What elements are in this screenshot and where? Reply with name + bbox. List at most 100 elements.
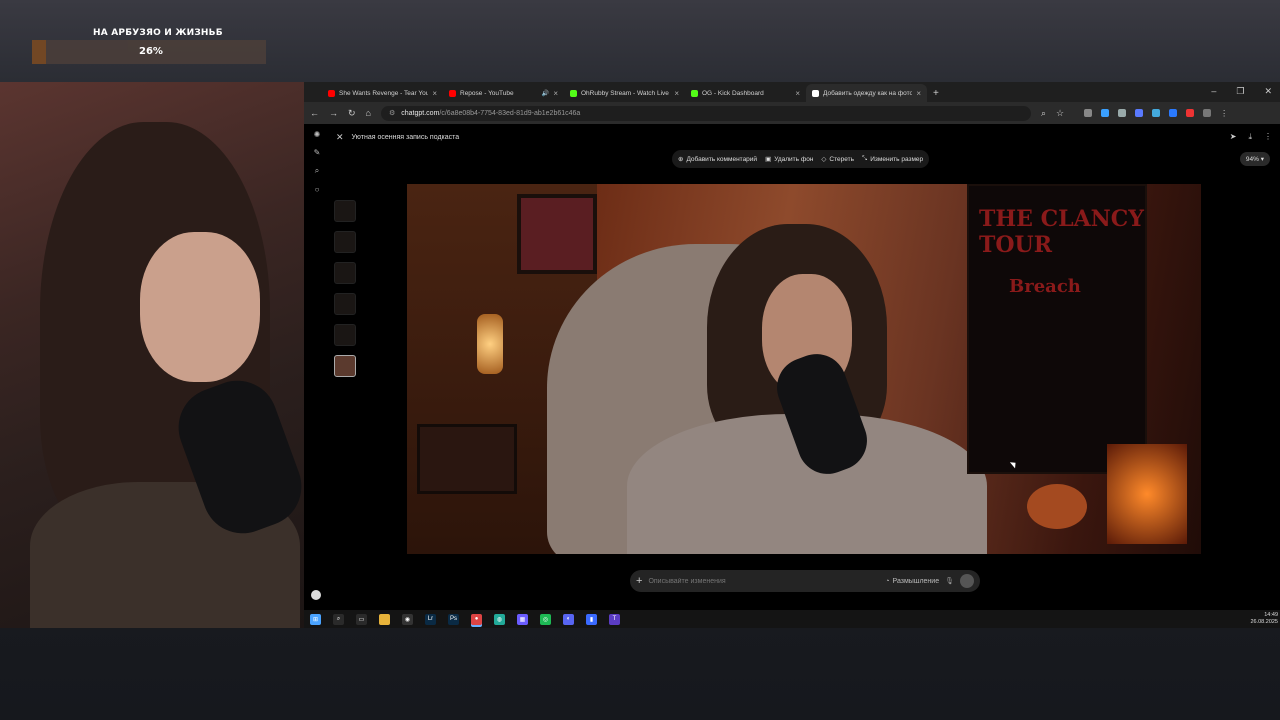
user-avatar[interactable] [311, 590, 321, 600]
menu-dots-icon[interactable]: ⋮ [1220, 109, 1228, 118]
goal-progress-fill [32, 40, 46, 64]
share-icon[interactable]: ➤ [1230, 132, 1237, 142]
chrome-icon[interactable]: ● [471, 613, 482, 625]
browser-tab[interactable]: She Wants Revenge - Tear You Apart× [322, 84, 443, 102]
calculator-icon[interactable]: ▦ [517, 613, 528, 625]
close-tab-icon[interactable]: × [432, 89, 437, 98]
browser-tab[interactable]: Repose - YouTube 🔊 × [443, 84, 564, 102]
add-comment-label: Добавить комментарий [686, 155, 758, 163]
goal-title: НА АРБУЗЯО И ЖИЗНЬБ [93, 28, 223, 38]
browser-tab[interactable]: OG - Kick Dashboard × [685, 84, 806, 102]
extensions-bar: ⋮ [1084, 108, 1228, 118]
tab-label: OhRubby Stream - Watch Live [581, 89, 669, 97]
minimize-button[interactable]: – [1211, 86, 1216, 97]
extension-icon[interactable] [1101, 108, 1110, 117]
close-tab-icon[interactable]: × [795, 89, 800, 98]
extension-icon[interactable] [1084, 108, 1093, 117]
add-attachment-icon[interactable]: + [636, 575, 642, 587]
microphone-icon[interactable]: 🎙 [945, 577, 954, 585]
file-explorer-icon[interactable] [379, 613, 390, 625]
generated-image[interactable]: THE CLANCY TOUR Breach [407, 184, 1201, 554]
close-tab-icon[interactable]: × [553, 89, 558, 98]
download-icon[interactable]: ⤓ [1248, 132, 1252, 142]
thumbnail[interactable] [334, 200, 356, 222]
stats-icon[interactable]: ▮ [586, 613, 597, 625]
clock-time: 14:49 [1264, 612, 1278, 618]
extension-icon[interactable] [1169, 108, 1178, 117]
system-clock[interactable]: 14:49 26.08.2025 [1250, 612, 1278, 626]
thumbnail[interactable] [334, 262, 356, 284]
photoshop-icon[interactable]: Ps [448, 613, 459, 625]
close-editor-icon[interactable]: ✕ [336, 132, 344, 143]
obs-icon[interactable]: ◉ [402, 613, 413, 625]
task-view-icon[interactable]: ▭ [356, 613, 367, 625]
zoom-dropdown[interactable]: 94% ▾ [1239, 152, 1270, 166]
lightroom-icon[interactable]: Lr [425, 613, 436, 625]
browser-tab[interactable]: OhRubby Stream - Watch Live × [564, 84, 685, 102]
windows-taskbar: ⊞ ⌕ ▭ ◉ Lr Ps ● ◍ ▦ ◎ ◐ ▮ T 14:49 26.08.2025 [304, 610, 1280, 628]
close-window-button[interactable]: ✕ [1264, 86, 1272, 97]
thumbnail-selected[interactable] [334, 355, 356, 377]
thumbnail[interactable] [334, 293, 356, 315]
image-editor-header: ✕ Уютная осенняя запись подкаста [336, 132, 459, 143]
window-controls: – ❐ ✕ [1211, 86, 1272, 97]
spotify-icon[interactable]: ◎ [540, 613, 551, 625]
chatgpt-app-icon[interactable]: ◍ [494, 613, 505, 625]
thinking-toggle[interactable]: ◔ Размышление [885, 578, 939, 585]
tab-label: OG - Kick Dashboard [702, 89, 764, 97]
extensions-puzzle-icon[interactable] [1203, 108, 1212, 117]
erase-button[interactable]: ◇ Стереть [821, 155, 854, 164]
tab-audio-icon[interactable]: 🔊 [542, 90, 549, 97]
reload-icon[interactable]: ↻ [348, 108, 356, 119]
address-bar[interactable]: ⚙ chatgpt.com/c/6a8e08b4-7754-83ed-81d9-… [380, 105, 1031, 121]
close-tab-icon[interactable]: × [916, 89, 921, 98]
kick-icon [570, 89, 577, 97]
band-poster: THE CLANCY TOUR Breach [967, 184, 1147, 474]
library-icon[interactable]: ○ [315, 185, 320, 194]
back-icon[interactable]: ← [310, 108, 319, 118]
close-tab-icon[interactable]: × [674, 89, 679, 98]
thinking-label: Размышление [892, 577, 940, 585]
eraser-icon: ◇ [821, 156, 827, 163]
bookmark-star-icon[interactable]: ☆ [1056, 108, 1064, 119]
remove-background-button[interactable]: ▣ Удалить фон [765, 155, 814, 164]
tab-label: She Wants Revenge - Tear You Apart [339, 89, 429, 97]
image-icon: ▣ [765, 156, 772, 163]
remove-background-label: Удалить фон [774, 155, 814, 163]
site-info-icon[interactable]: ⚙ [389, 109, 395, 117]
add-comment-button[interactable]: ⊕ Добавить комментарий [678, 155, 758, 164]
edit-prompt-input[interactable] [648, 577, 880, 585]
new-tab-button[interactable]: + [933, 88, 939, 99]
search-chats-icon[interactable]: ⌕ [315, 166, 319, 176]
more-options-icon[interactable]: ⋮ [1264, 132, 1272, 142]
tab-label: Repose - YouTube [460, 89, 514, 97]
extension-icon[interactable] [1186, 108, 1195, 117]
home-icon[interactable]: ⌂ [366, 108, 371, 118]
extension-icon[interactable] [1152, 108, 1161, 117]
header-actions: ➤ ⤓ ⋮ [1230, 132, 1272, 142]
restore-button[interactable]: ❐ [1236, 86, 1244, 97]
browser-tab[interactable]: Добавить одежду как на фото × [806, 84, 927, 102]
resize-button[interactable]: ⤡ Изменить размер [862, 155, 923, 163]
search-icon[interactable]: ⌕ [333, 613, 344, 625]
thumbnail[interactable] [334, 324, 356, 346]
new-chat-icon[interactable]: ✎ [314, 148, 321, 157]
lantern [477, 314, 503, 374]
discord-icon[interactable]: ◐ [563, 613, 574, 625]
clock-date: 26.08.2025 [1250, 619, 1278, 625]
resize-icon: ⤡ [862, 155, 868, 162]
zoom-icon[interactable]: ⌕ [1041, 108, 1046, 119]
send-button[interactable] [960, 574, 974, 588]
forward-icon[interactable]: → [329, 108, 338, 118]
start-icon[interactable]: ⊞ [310, 613, 321, 625]
extension-icon[interactable] [1135, 108, 1144, 117]
extension-icon[interactable] [1118, 108, 1127, 117]
openai-logo-icon[interactable]: ✺ [314, 130, 321, 139]
kick-icon [691, 89, 698, 97]
thumbnail[interactable] [334, 231, 356, 253]
webcam-feed [0, 82, 304, 628]
tab-label: Добавить одежду как на фото [823, 89, 913, 97]
t-app-icon[interactable]: T [609, 613, 620, 625]
youtube-icon [328, 89, 335, 97]
poster-subtitle: Breach [1009, 276, 1081, 297]
